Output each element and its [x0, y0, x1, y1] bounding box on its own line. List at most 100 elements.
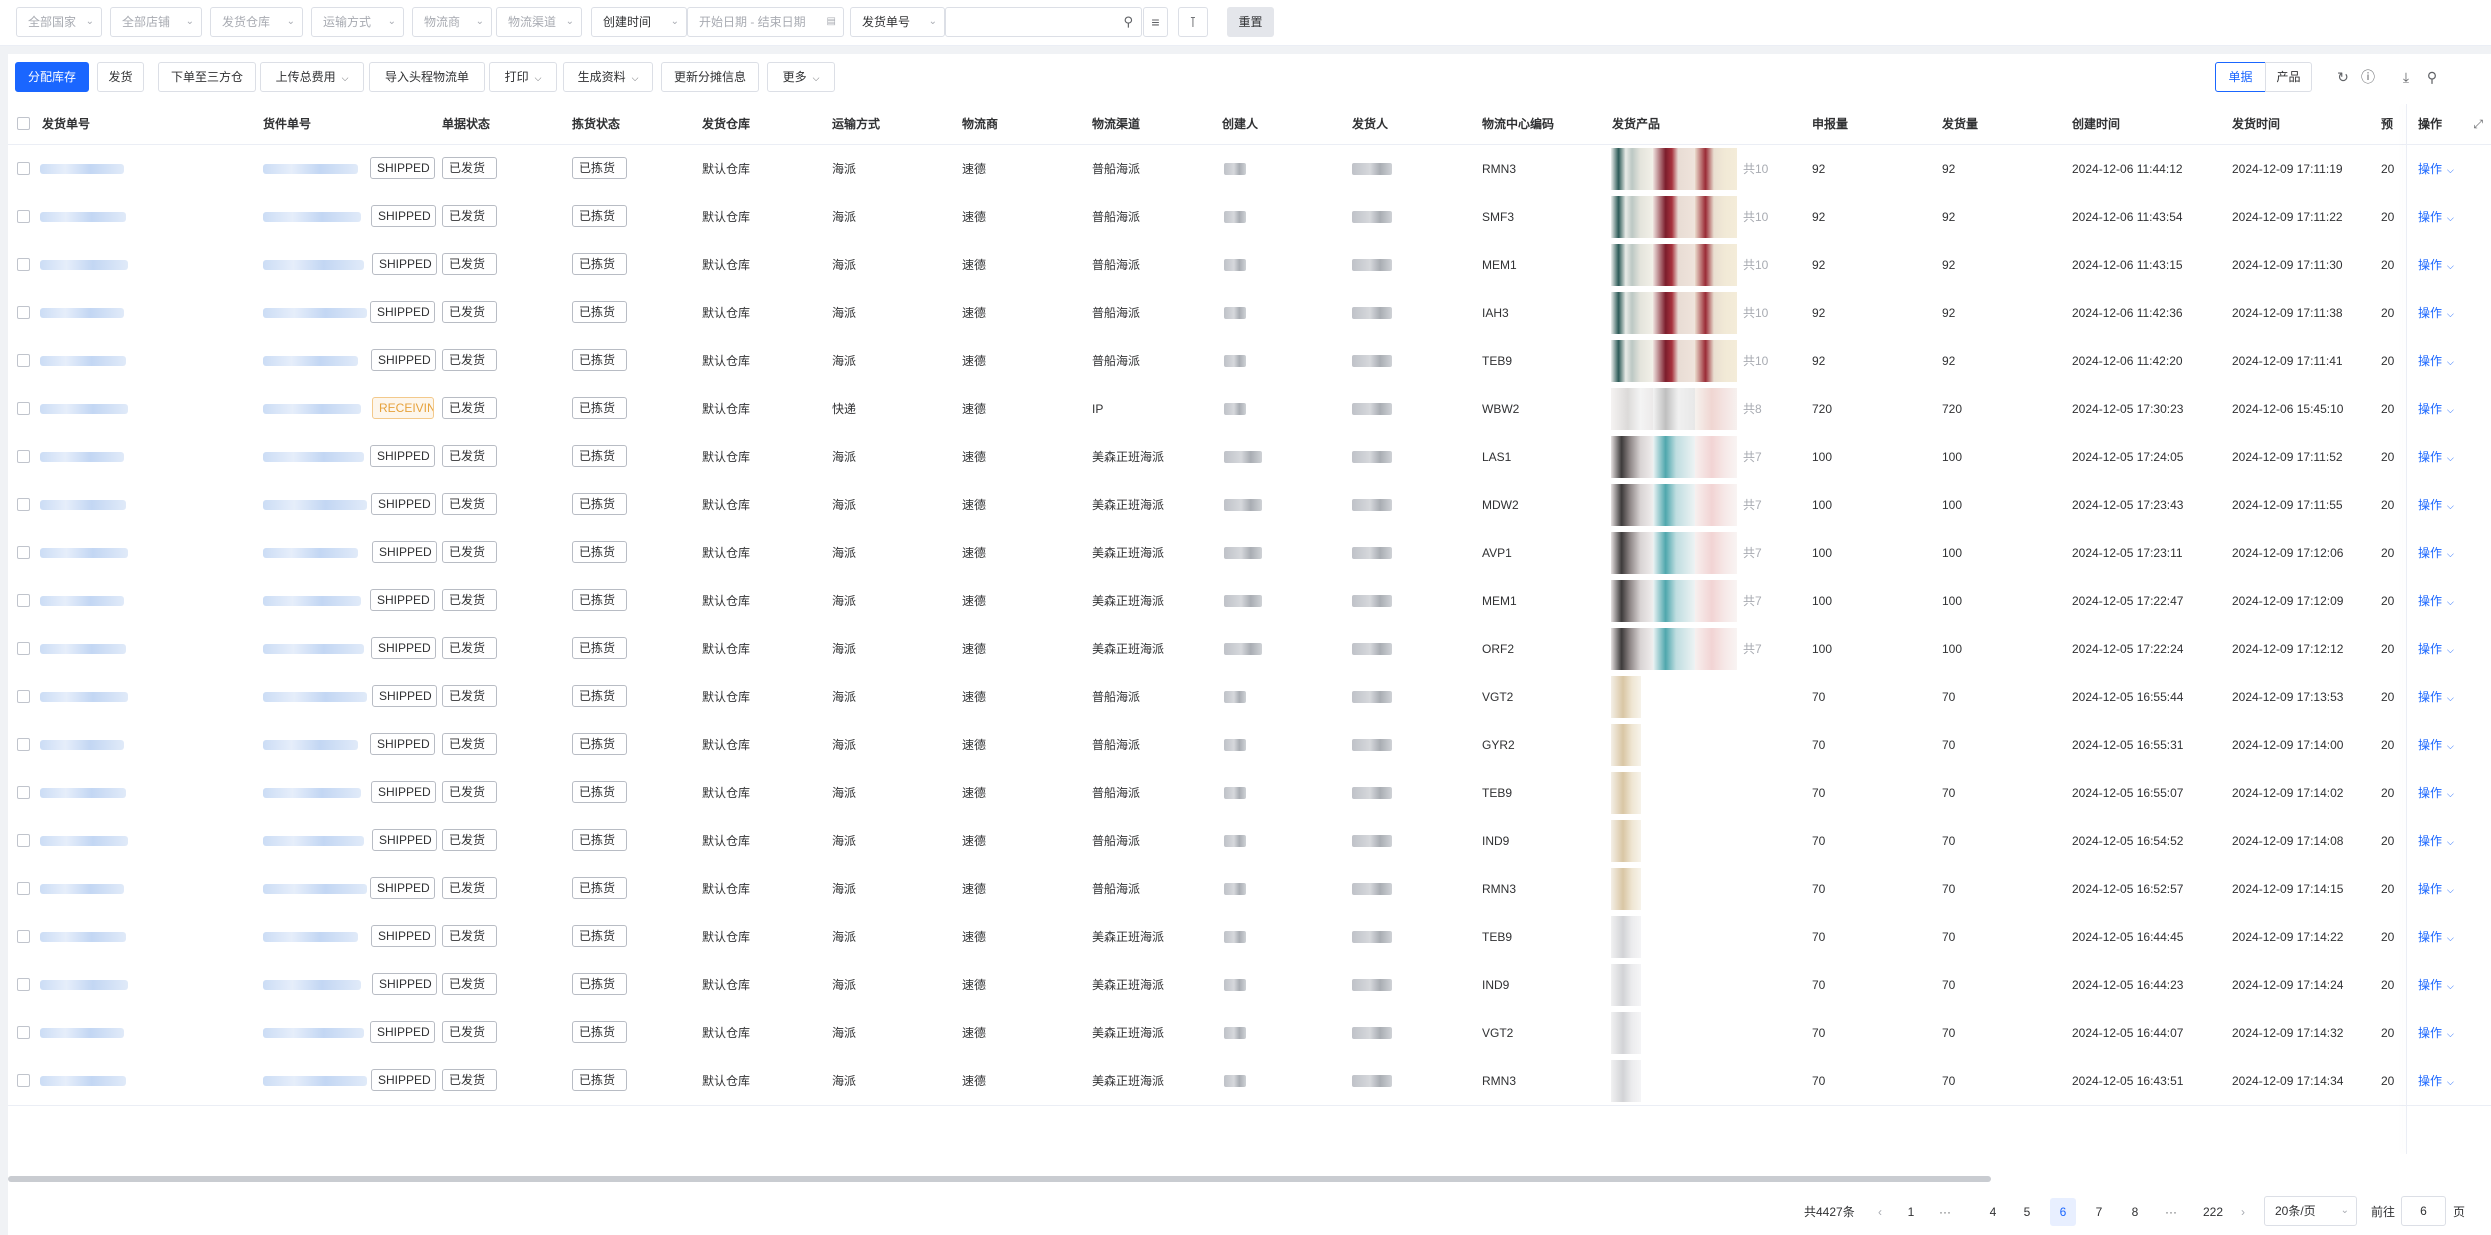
- row-action-dropdown[interactable]: 操作 ⌵: [2408, 769, 2491, 817]
- update-split-button[interactable]: 更新分摊信息: [661, 62, 759, 92]
- row-checkbox[interactable]: [17, 162, 30, 175]
- product-thumbnail[interactable]: [1695, 532, 1737, 574]
- col-header-warehouse[interactable]: 发货仓库: [702, 104, 750, 144]
- table-row[interactable]: SHIPPED 已发货 已拣货 默认仓库 海派 速德 美森正班海派 VGT2 70 70 2024-…: [8, 1009, 2491, 1058]
- product-thumbnail[interactable]: [1653, 244, 1695, 286]
- shipment-no-link[interactable]: [40, 548, 128, 558]
- product-thumbnail[interactable]: [1611, 916, 1641, 958]
- ship-button[interactable]: 发货: [97, 62, 144, 92]
- fba-shipment-no[interactable]: [263, 452, 364, 462]
- product-thumbnail[interactable]: [1695, 436, 1737, 478]
- product-thumbnail[interactable]: [1653, 388, 1695, 430]
- product-thumbnail[interactable]: [1653, 580, 1695, 622]
- product-thumbnail[interactable]: [1611, 820, 1641, 862]
- table-row[interactable]: SHIPPED 已发货 已拣货 默认仓库 海派 速德 美森正班海派 AVP1 共7 100 100 2…: [8, 529, 2491, 578]
- multi-line-search-icon[interactable]: ≡: [1143, 7, 1168, 37]
- fba-shipment-no[interactable]: [263, 164, 358, 174]
- product-thumbnail[interactable]: [1611, 196, 1653, 238]
- fba-shipment-no[interactable]: [263, 308, 367, 318]
- fba-shipment-no[interactable]: [263, 692, 367, 702]
- table-row[interactable]: SHIPPED 已发货 已拣货 默认仓库 海派 速德 美森正班海派 MEM1 共7 100 100 2…: [8, 577, 2491, 626]
- time-type-select[interactable]: 创建时间 ⌄: [591, 7, 687, 37]
- fba-shipment-no[interactable]: [263, 1028, 364, 1038]
- horizontal-scrollbar[interactable]: [8, 1175, 2491, 1183]
- product-thumbnail[interactable]: [1695, 244, 1737, 286]
- order-third-party-button[interactable]: 下单至三方仓: [158, 62, 256, 92]
- product-thumbnail[interactable]: [1611, 1060, 1641, 1102]
- shipment-no-link[interactable]: [40, 356, 126, 366]
- fba-shipment-no[interactable]: [263, 644, 364, 654]
- shipment-no-link[interactable]: [40, 932, 126, 942]
- horizontal-scrollbar-thumb[interactable]: [8, 1176, 1991, 1182]
- row-checkbox[interactable]: [17, 594, 30, 607]
- prev-page-icon[interactable]: ‹: [1870, 1198, 1890, 1226]
- fba-shipment-no[interactable]: [263, 356, 358, 366]
- page-number[interactable]: 7: [2086, 1198, 2112, 1226]
- product-thumbnail[interactable]: [1695, 388, 1737, 430]
- table-row[interactable]: RECEIVIN 已发货 已拣货 默认仓库 快递 速德 IP WBW2 共8 720 720 2024…: [8, 385, 2491, 434]
- view-product-toggle[interactable]: 产品: [2265, 62, 2312, 92]
- row-checkbox[interactable]: [17, 258, 30, 271]
- row-action-dropdown[interactable]: 操作 ⌵: [2408, 625, 2491, 673]
- table-row[interactable]: SHIPPED 已发货 已拣货 默认仓库 海派 速德 普船海派 GYR2 70 70 2024-12…: [8, 721, 2491, 770]
- shop-select[interactable]: 全部店铺 ⌄: [110, 7, 202, 37]
- product-thumbnail[interactable]: [1653, 436, 1695, 478]
- carrier-select[interactable]: 物流商 ⌄: [412, 7, 492, 37]
- row-checkbox[interactable]: [17, 1074, 30, 1087]
- row-action-dropdown[interactable]: 操作 ⌵: [2408, 1009, 2491, 1057]
- product-thumbnail[interactable]: [1611, 532, 1653, 574]
- search-input[interactable]: ⚲: [945, 7, 1142, 37]
- col-header-shipment-no[interactable]: 发货单号: [42, 104, 90, 144]
- page-number[interactable]: 8: [2122, 1198, 2148, 1226]
- fba-shipment-no[interactable]: [263, 740, 358, 750]
- fba-shipment-no[interactable]: [263, 260, 364, 270]
- page-number[interactable]: 1: [1898, 1198, 1924, 1226]
- row-action-dropdown[interactable]: 操作 ⌵: [2408, 961, 2491, 1009]
- col-header-declared[interactable]: 申报量: [1812, 104, 1848, 144]
- generate-docs-button[interactable]: 生成资料 ⌵: [563, 62, 653, 92]
- row-action-dropdown[interactable]: 操作 ⌵: [2408, 1057, 2491, 1105]
- row-action-dropdown[interactable]: 操作 ⌵: [2408, 241, 2491, 289]
- fba-shipment-no[interactable]: [263, 212, 361, 222]
- row-action-dropdown[interactable]: 操作 ⌵: [2408, 817, 2491, 865]
- product-thumbnail[interactable]: [1611, 244, 1653, 286]
- product-thumbnail[interactable]: [1611, 340, 1653, 382]
- product-thumbnail[interactable]: [1653, 532, 1695, 574]
- shipment-no-link[interactable]: [40, 596, 124, 606]
- product-thumbnail[interactable]: [1611, 868, 1641, 910]
- col-header-center-code[interactable]: 物流中心编码: [1482, 104, 1554, 144]
- row-checkbox[interactable]: [17, 450, 30, 463]
- reset-button[interactable]: 重置: [1227, 7, 1274, 37]
- shipment-no-link[interactable]: [40, 164, 124, 174]
- table-row[interactable]: SHIPPED 已发货 已拣货 默认仓库 海派 速德 普船海派 RMN3 共10 92 92 2024…: [8, 145, 2491, 194]
- table-row[interactable]: SHIPPED 已发货 已拣货 默认仓库 海派 速德 普船海派 TEB9 70 70 2024-12…: [8, 769, 2491, 818]
- product-thumbnail[interactable]: [1695, 628, 1737, 670]
- row-action-dropdown[interactable]: 操作 ⌵: [2408, 913, 2491, 961]
- product-thumbnail[interactable]: [1653, 340, 1695, 382]
- row-checkbox[interactable]: [17, 930, 30, 943]
- shipment-no-link[interactable]: [40, 788, 126, 798]
- row-checkbox[interactable]: [17, 402, 30, 415]
- col-header-product[interactable]: 发货产品: [1612, 104, 1660, 144]
- col-header-carrier[interactable]: 物流商: [962, 104, 998, 144]
- col-header-channel[interactable]: 物流渠道: [1092, 104, 1140, 144]
- row-action-dropdown[interactable]: 操作 ⌵: [2408, 577, 2491, 625]
- table-row[interactable]: SHIPPED 已发货 已拣货 默认仓库 海派 速德 美森正班海派 MDW2 共7 100 100 2…: [8, 481, 2491, 530]
- row-checkbox[interactable]: [17, 306, 30, 319]
- table-row[interactable]: SHIPPED 已发货 已拣货 默认仓库 海派 速德 美森正班海派 LAS1 共7 100 100 2…: [8, 433, 2491, 482]
- shipment-no-link[interactable]: [40, 452, 124, 462]
- fba-shipment-no[interactable]: [263, 788, 361, 798]
- product-thumbnail[interactable]: [1695, 148, 1737, 190]
- table-row[interactable]: SHIPPED 已发货 已拣货 默认仓库 海派 速德 普船海派 VGT2 70 70 2024-12…: [8, 673, 2491, 722]
- product-thumbnail[interactable]: [1653, 148, 1695, 190]
- product-thumbnail[interactable]: [1611, 1012, 1641, 1054]
- table-row[interactable]: SHIPPED 已发货 已拣货 默认仓库 海派 速德 美森正班海派 ORF2 共7 100 100 2…: [8, 625, 2491, 674]
- fba-shipment-no[interactable]: [263, 932, 358, 942]
- shipment-no-link[interactable]: [40, 212, 126, 222]
- col-header-pick-status[interactable]: 拣货状态: [572, 104, 620, 144]
- row-checkbox[interactable]: [17, 690, 30, 703]
- table-row[interactable]: SHIPPED 已发货 已拣货 默认仓库 海派 速德 普船海派 MEM1 共10 92 92 2024…: [8, 241, 2491, 290]
- row-checkbox[interactable]: [17, 642, 30, 655]
- col-header-doc-status[interactable]: 单据状态: [442, 104, 490, 144]
- product-thumbnail[interactable]: [1611, 628, 1653, 670]
